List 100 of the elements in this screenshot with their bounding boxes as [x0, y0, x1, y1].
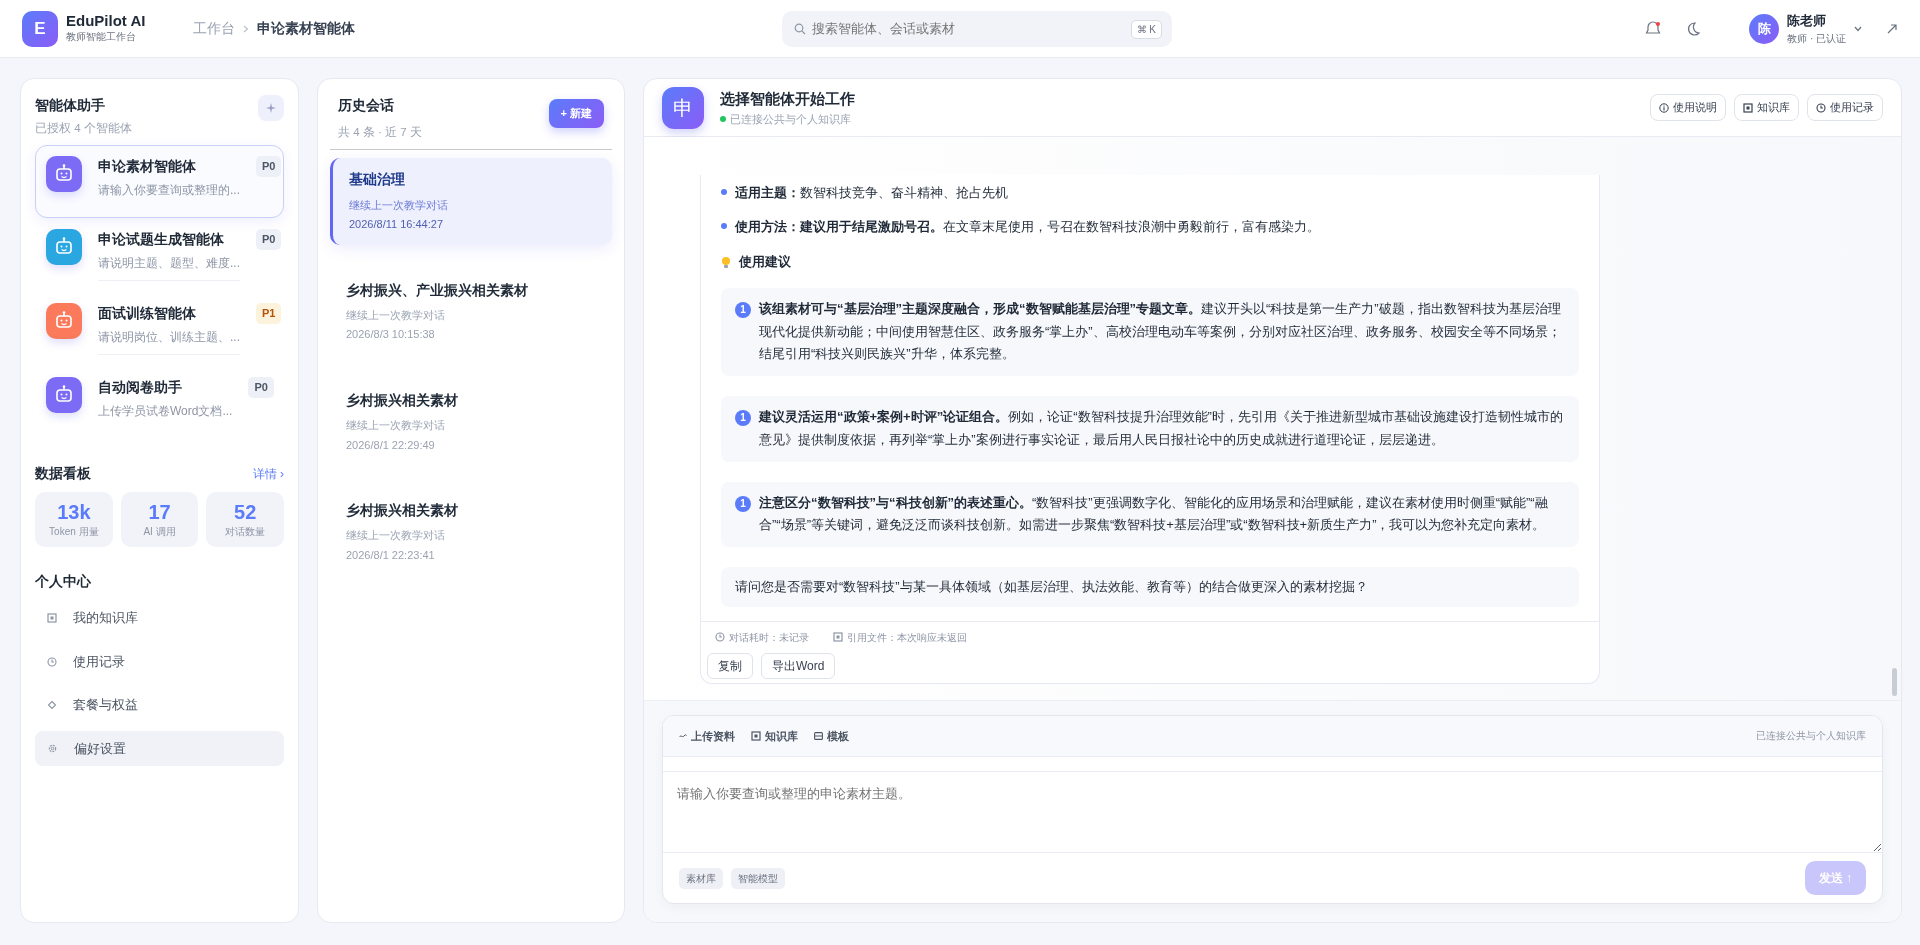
agent-description: 上传学员试卷Word文档...	[98, 403, 233, 421]
meta-text: 对话耗时：未记录	[729, 630, 809, 645]
settings-icon	[47, 743, 58, 754]
tag-button[interactable]: 智能模型	[731, 867, 785, 889]
agent-name: 申论试题生成智能体	[98, 230, 225, 250]
stat-value: 52	[233, 500, 258, 525]
clock-icon	[1816, 102, 1826, 113]
square-icon	[1743, 102, 1753, 113]
menu-item[interactable]: 套餐与权益	[35, 687, 284, 723]
number-badge: 1	[735, 410, 751, 426]
priority-tag: P0	[256, 156, 282, 177]
agent-description: 请输入你要查询或整理的...	[98, 182, 240, 200]
agent-item[interactable]: 自动阅卷助手 上传学员试卷Word文档... P0	[35, 366, 284, 440]
priority-tag: P0	[256, 229, 282, 250]
session-subtitle: 继续上一次教学对话	[346, 528, 446, 544]
details-link[interactable]: 详情 ›	[252, 464, 284, 483]
stat-value: 17	[147, 500, 172, 525]
diamond-icon	[47, 700, 57, 710]
stat-label: 对话数量	[224, 525, 267, 540]
breadcrumb-link[interactable]: 申论素材智能体	[257, 18, 356, 39]
square-icon	[751, 730, 761, 741]
info-icon	[1659, 102, 1669, 113]
session-time: 2026/8/1 22:29:49	[346, 437, 436, 453]
toolbar-button[interactable]: 知识库	[751, 727, 798, 744]
session-item[interactable]: 乡村振兴相关素材 继续上一次教学对话 2026/8/1 22:29:49	[330, 378, 612, 465]
action-button[interactable]: 复制	[707, 652, 753, 679]
user-avatar: 陈	[1749, 13, 1780, 44]
bullet-dot	[721, 189, 727, 196]
session-time: 2026/8/11 16:44:27	[349, 217, 444, 232]
panel-subtitle: 已授权 4 个智能体	[35, 121, 132, 136]
user-role: 教师 · 已认证	[1787, 31, 1846, 46]
connection-status: 已连接公共与个人知识库	[1756, 729, 1866, 744]
panel-title: 智能体助手	[35, 96, 106, 115]
session-item[interactable]: 基础治理 继续上一次教学对话 2026/8/11 16:44:27	[330, 158, 612, 245]
stat-label: AI 调用	[142, 525, 177, 540]
notification-icon[interactable]	[1645, 20, 1662, 37]
meta-text: 引用文件：本次响应未返回	[847, 630, 967, 645]
template-icon	[814, 731, 823, 740]
session-title: 乡村振兴相关素材	[346, 391, 459, 410]
session-subtitle: 继续上一次教学对话	[346, 307, 446, 323]
action-button[interactable]: 导出Word	[761, 652, 836, 679]
chevron-down-icon[interactable]	[1854, 25, 1862, 32]
connection-status: 已连接公共与个人知识库	[730, 111, 851, 127]
header-button[interactable]: 使用记录	[1807, 94, 1883, 121]
bullet-dot	[721, 222, 727, 229]
moon-icon[interactable]	[1685, 20, 1702, 37]
session-time: 2026/8/1 22:23:41	[346, 547, 436, 563]
stat-label: Token 用量	[48, 525, 100, 540]
clock-icon	[715, 632, 725, 642]
suggestion-text: 该组素材可与“基层治理”主题深度融合，形成“数智赋能基层治理”专题文章。建议开头以“科技是第一生产力”破题，指出数智科技为基层治理现代化提供新动能；中间使用智慧住区、政务服务“掌上办”、高校治理电动车等案例，分别对应社区治理、政务服务、校园安全等不同场景；结尾引用“科技兴则民族兴”升华，体系完整。	[759, 299, 1562, 364]
session-item[interactable]: 乡村振兴、产业振兴相关素材 继续上一次教学对话 2026/8/3 10:15:38	[330, 268, 612, 355]
header-button[interactable]: 知识库	[1734, 94, 1799, 121]
panel-title: 历史会话	[338, 96, 395, 115]
status-dot	[720, 115, 726, 122]
stat-value: 13k	[56, 500, 92, 525]
bullet-text: 使用方法：建议用于结尾激励号召。在文章末尾使用，号召在数智科技浪潮中勇毅前行，富有感染力。	[735, 217, 1320, 236]
suggestion-text: 建议灵活运用“政策+案例+时评”论证组合。例如，论证“数智科技提升治理效能”时，先引用《关于推进新型城市基础设施建设打造韧性城市的意见》提供制度依据，再列举“掌上办”案例进行事实论证，最后用人民日报社论中的历史成就进行道理论证，层层递进。	[759, 408, 1564, 449]
header-button[interactable]: 使用说明	[1650, 94, 1726, 121]
menu-item[interactable]: 偏好设置	[35, 730, 284, 767]
new-button[interactable]: + 新建	[548, 99, 604, 128]
app-name: EduPilot AI	[66, 12, 146, 30]
toolbar-button[interactable]: 上传资料	[679, 727, 735, 744]
session-title: 基础治理	[349, 171, 406, 190]
agent-avatar: 申	[662, 86, 704, 129]
tilde-icon	[679, 732, 687, 739]
chevron-icon	[243, 24, 250, 33]
agent-item[interactable]: 面试训练智能体 请说明岗位、训练主题、... P1	[35, 292, 284, 367]
square-icon	[833, 632, 843, 642]
toolbar-button[interactable]: 模板	[814, 727, 849, 744]
clock-icon	[47, 656, 57, 667]
user-name: 陈老师	[1787, 12, 1828, 31]
square-icon	[47, 613, 57, 623]
expand-arrow-icon[interactable]	[1886, 22, 1898, 35]
agent-name: 自动阅卷助手	[98, 378, 183, 398]
agent-description: 请说明主题、题型、难度...	[98, 255, 240, 273]
agent-item[interactable]: 申论试题生成智能体 请说明主题、题型、难度... P0	[35, 218, 284, 293]
number-badge: 1	[735, 495, 751, 512]
follow-up-question: 请问您是否需要对“数智科技”与某一具体领域（如基层治理、执法效能、教育等）的结合做更深入的素材挖掘？	[721, 567, 1579, 607]
message-input[interactable]: 请输入你要查询或整理的申论素材主题。	[663, 771, 1882, 853]
agent-item[interactable]: 申论素材智能体 请输入你要查询或整理的... P0	[35, 145, 284, 219]
section-heading: 使用建议	[739, 253, 791, 272]
section-title: 个人中心	[35, 572, 92, 592]
tag-button[interactable]: 素材库	[679, 867, 723, 889]
agent-name: 面试训练智能体	[98, 304, 197, 324]
section-title: 数据看板	[35, 464, 91, 484]
suggestion-text: 注意区分“数智科技”与“科技创新”的表述重心。“数智科技”更强调数字化、智能化的应用场景和治理赋能，建议在素材使用时侧重“赋能”“融合”“场景”等关键词，避免泛泛而谈科技创新。如需进一步聚焦“数智科技+基层治理”或“数智科技+新质生产力”，我可以为您补充定向素材。	[759, 493, 1549, 535]
bullet-text: 适用主题：数智科技竞争、奋斗精神、抢占先机	[735, 184, 1008, 203]
session-title: 乡村振兴相关素材	[346, 502, 459, 520]
search-icon	[794, 22, 806, 35]
logo-badge: E	[22, 10, 58, 47]
chat-title: 选择智能体开始工作	[720, 89, 855, 109]
agent-description: 请说明岗位、训练主题、...	[98, 329, 240, 347]
scrollbar-thumb[interactable]	[1892, 667, 1897, 696]
menu-item[interactable]: 我的知识库	[35, 600, 284, 636]
session-time: 2026/8/3 10:15:38	[346, 327, 436, 343]
sparkle-icon	[266, 103, 276, 113]
priority-tag: P1	[256, 303, 282, 324]
app-subtitle: 教师智能工作台	[66, 30, 137, 45]
session-item[interactable]: 乡村振兴相关素材 继续上一次教学对话 2026/8/1 22:23:41	[330, 489, 612, 576]
menu-item[interactable]: 使用记录	[35, 643, 284, 680]
